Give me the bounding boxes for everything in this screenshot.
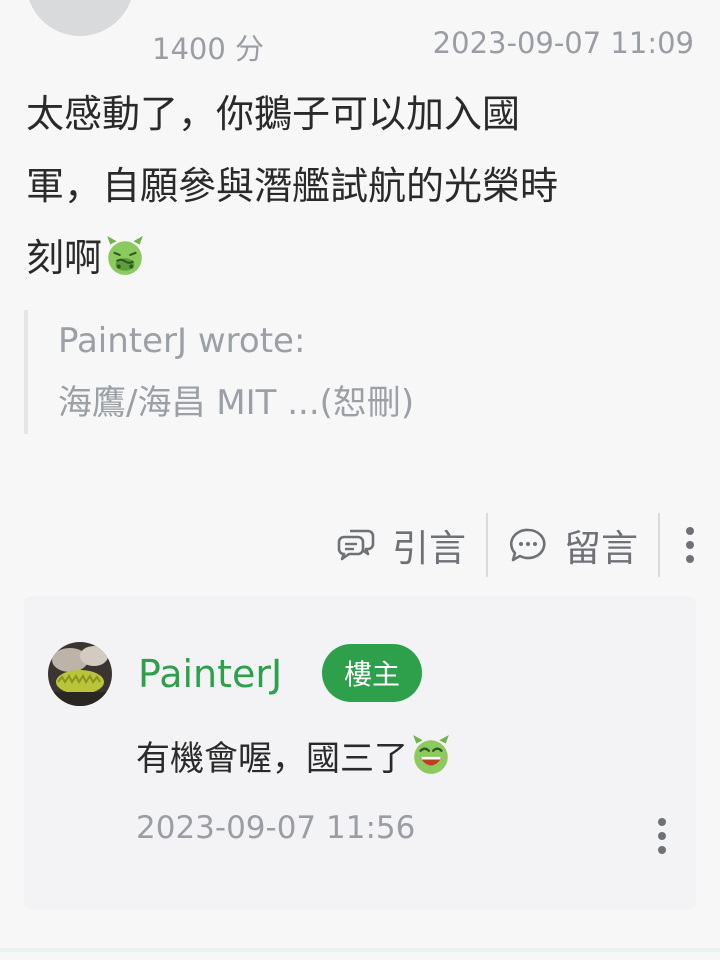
quote-text: 海鷹/海昌 MIT ...(恕刪) xyxy=(58,383,415,423)
post-more-button[interactable] xyxy=(660,512,720,578)
quote-block[interactable]: PainterJ wrote: 海鷹/海昌 MIT ...(恕刪) xyxy=(24,310,624,434)
reply-text-content: 有機會喔，國三了 xyxy=(136,739,408,779)
reply-card: PainterJ 樓主 有機會喔，國三了 2023-09-07 11:56 xyxy=(24,596,696,910)
post-meta: 1400 分 2023-09-07 11:09 xyxy=(0,22,720,66)
durian-avatar-icon xyxy=(48,642,112,706)
nauseated-emoji-icon xyxy=(107,236,143,275)
quote-button[interactable]: 引言 xyxy=(316,512,486,578)
comment-button[interactable]: 留言 xyxy=(488,512,658,578)
reply-more-button[interactable] xyxy=(658,818,666,854)
vertical-dots-icon xyxy=(686,527,694,563)
post-body-line: 太感動了，你鵝子可以加入國 xyxy=(26,92,521,136)
bottom-divider xyxy=(0,948,720,952)
reply-author[interactable]: PainterJ xyxy=(138,652,282,696)
reply-text: 有機會喔，國三了 xyxy=(136,734,452,784)
post-body-text: 刻啊 xyxy=(26,236,103,280)
op-badge: 樓主 xyxy=(322,644,423,702)
post-timestamp: 2023-09-07 11:09 xyxy=(432,26,694,60)
reply-avatar[interactable] xyxy=(48,642,112,706)
post-body-line: 軍，自願參與潛艦試航的光榮時 xyxy=(26,164,559,208)
grinning-emoji-icon xyxy=(413,735,449,774)
chat-bubble-icon xyxy=(509,528,546,562)
post-body: 太感動了，你鵝子可以加入國 軍，自願參與潛艦試航的光榮時 刻啊 xyxy=(26,78,686,294)
quote-button-label: 引言 xyxy=(392,527,466,570)
post-page: 1400 分 2023-09-07 11:09 太感動了，你鵝子可以加入國 軍，… xyxy=(0,0,720,960)
post-body-line: 刻啊 xyxy=(26,222,686,294)
quote-author: PainterJ wrote: xyxy=(58,321,306,361)
speech-bubbles-icon xyxy=(337,529,375,561)
comment-button-label: 留言 xyxy=(564,527,638,570)
vertical-dots-icon xyxy=(658,818,666,854)
post-score: 1400 分 xyxy=(152,32,265,66)
reply-timestamp: 2023-09-07 11:56 xyxy=(136,810,416,846)
post-actions: 引言 留言 xyxy=(280,512,720,578)
